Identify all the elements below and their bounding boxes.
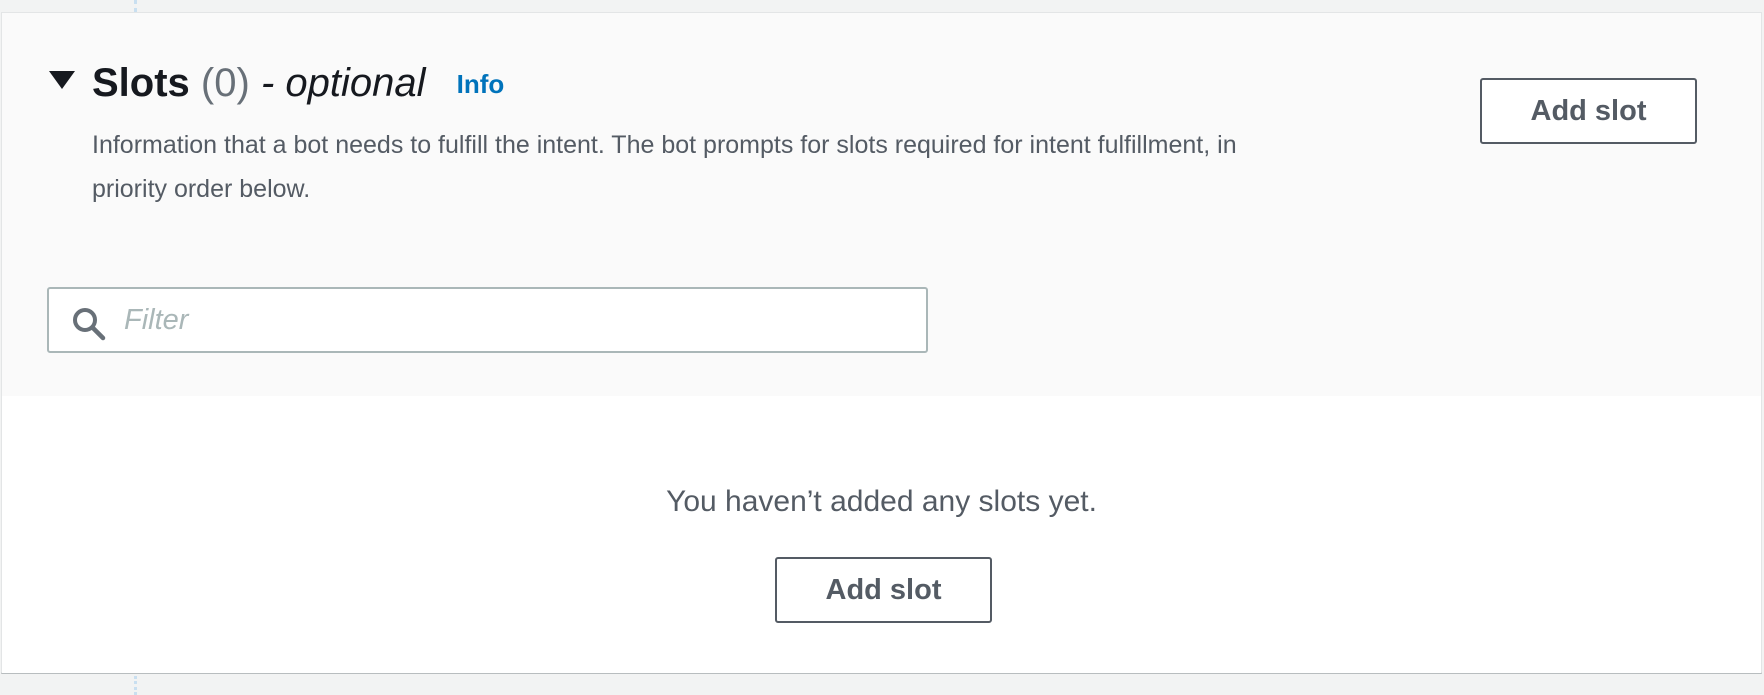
section-description: Information that a bot needs to fulfill … <box>92 131 1237 203</box>
slot-count: (0) <box>200 61 250 105</box>
filter-input[interactable] <box>124 289 904 351</box>
slots-header: Slots (0) - optional Info Information th… <box>2 13 1761 243</box>
info-link[interactable]: Info <box>457 56 505 112</box>
section-title: Slots (0) - optional Info <box>92 55 504 112</box>
slots-panel: Slots (0) - optional Info Information th… <box>1 12 1762 674</box>
filter-bar <box>2 242 1761 396</box>
guide-line-bottom <box>134 676 137 695</box>
empty-state: You haven’t added any slots yet. Add slo… <box>2 396 1761 673</box>
caret-down-icon[interactable] <box>49 71 75 89</box>
add-slot-button[interactable]: Add slot <box>1480 78 1697 144</box>
search-icon <box>73 308 106 341</box>
filter-field[interactable] <box>47 287 928 353</box>
empty-state-message: You haven’t added any slots yet. <box>666 485 1097 518</box>
section-title-text: Slots <box>92 61 190 105</box>
optional-label: - optional <box>260 61 426 105</box>
guide-line-top <box>134 0 137 12</box>
add-slot-empty-button[interactable]: Add slot <box>775 557 992 623</box>
